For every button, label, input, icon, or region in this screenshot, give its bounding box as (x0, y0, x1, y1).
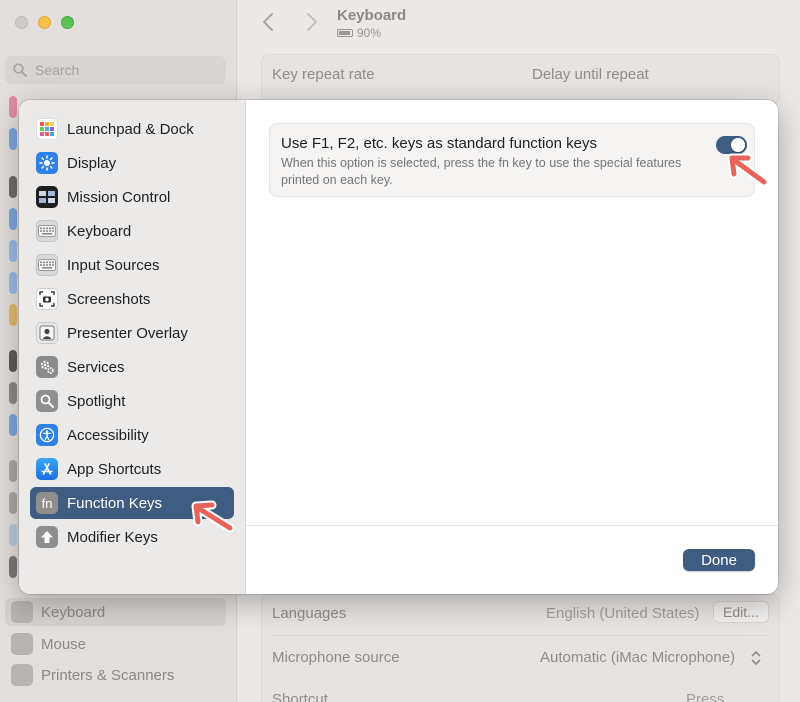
search-field[interactable]: Search (5, 56, 226, 84)
key-repeat-label: Key repeat rate (272, 66, 375, 83)
sidebar-item-mouse[interactable]: Mouse (5, 630, 226, 658)
sidebar-item-label: App Shortcuts (67, 460, 162, 478)
sidebar-icon-stub (9, 176, 17, 198)
sidebar-item-screenshots[interactable]: Screenshots (30, 283, 234, 315)
keyboard-icon (36, 220, 58, 242)
page-title: Keyboard (337, 7, 407, 24)
mouse-icon (11, 633, 33, 655)
sidebar-item-input-sources[interactable]: Input Sources (30, 249, 234, 281)
sidebar-icon-stub (9, 350, 17, 372)
function-keys-option-card: Use F1, F2, etc. keys as standard functi… (269, 123, 755, 197)
languages-label: Languages (272, 605, 347, 622)
search-icon (13, 63, 27, 77)
microphone-source-label: Microphone source (272, 649, 400, 666)
sidebar-item-mission-control[interactable]: Mission Control (30, 181, 234, 213)
back-chevron-icon[interactable] (261, 12, 275, 32)
keyboard-icon (11, 601, 33, 623)
sidebar-icon-stub (9, 556, 17, 578)
forward-chevron-icon[interactable] (305, 12, 319, 32)
sidebar-icon-stub (9, 208, 17, 230)
sidebar-item-presenter-overlay[interactable]: Presenter Overlay (30, 317, 234, 349)
input-sources-icon (36, 254, 58, 276)
sidebar-item-launchpad-dock[interactable]: Launchpad & Dock (30, 113, 234, 145)
launchpad-icon (36, 118, 58, 140)
sidebar-item-label: Launchpad & Dock (67, 120, 194, 138)
sidebar-icon-stub (9, 492, 17, 514)
window-minimize-button[interactable] (38, 16, 51, 29)
annotation-arrow-icon (727, 153, 769, 187)
sidebar-icon-stub (9, 96, 17, 118)
sidebar-icon-stub (9, 128, 17, 150)
presenter-overlay-icon (36, 322, 58, 344)
sidebar-icon-stub (9, 382, 17, 404)
key-repeat-panel: Key repeat rate Delay until repeat (261, 54, 780, 104)
battery-status: 90% (337, 26, 381, 40)
keyboard-shortcuts-dialog: Launchpad & Dock Display Mission Control… (19, 100, 778, 594)
sidebar-item-label: Services (67, 358, 125, 376)
sidebar-item-label: Keyboard (41, 603, 106, 621)
sidebar-item-spotlight[interactable]: Spotlight (30, 385, 234, 417)
services-icon (36, 356, 58, 378)
window-maximize-button[interactable] (61, 16, 74, 29)
accessibility-icon (36, 424, 58, 446)
app-shortcuts-icon (36, 458, 58, 480)
sidebar-icon-stub (9, 240, 17, 262)
screenshots-icon (36, 288, 58, 310)
option-title: Use F1, F2, etc. keys as standard functi… (281, 135, 597, 152)
languages-value: English (United States) (546, 605, 700, 622)
sidebar-icon-stub (9, 524, 17, 546)
microphone-source-value[interactable]: Automatic (iMac Microphone) (540, 649, 735, 666)
printer-icon (11, 664, 33, 686)
sidebar-item-label: Display (67, 154, 117, 172)
input-settings-panel: Languages English (United States) Edit..… (261, 594, 780, 702)
sidebar-item-keyboard[interactable]: Keyboard (5, 598, 226, 626)
edit-languages-button[interactable]: Edit... (713, 601, 769, 623)
sidebar-item-keyboard[interactable]: Keyboard (30, 215, 234, 247)
battery-percent: 90% (357, 26, 382, 40)
sidebar-item-label: Function Keys (67, 494, 163, 512)
sidebar-item-label: Mission Control (67, 188, 171, 206)
search-placeholder: Search (35, 62, 80, 78)
sidebar-item-label: Modifier Keys (67, 528, 158, 546)
sidebar-icon-stub (9, 460, 17, 482)
display-icon (36, 152, 58, 174)
popup-chevron-icon[interactable] (750, 650, 762, 666)
sidebar-item-label: Keyboard (67, 222, 132, 240)
modifier-keys-icon (36, 526, 58, 548)
sidebar-item-label: Mouse (41, 635, 87, 653)
sidebar-item-display[interactable]: Display (30, 147, 234, 179)
sidebar-item-label: Spotlight (67, 392, 126, 410)
annotation-arrow-icon (191, 500, 235, 533)
navigation-buttons (261, 12, 319, 32)
option-description: When this option is selected, press the … (281, 156, 682, 187)
fn-icon: fn (36, 492, 58, 514)
done-button[interactable]: Done (683, 549, 755, 571)
sidebar-icon-stub (9, 304, 17, 326)
sidebar-item-label: Input Sources (67, 256, 160, 274)
sidebar-icon-stub (9, 272, 17, 294)
function-keys-pane: Use F1, F2, etc. keys as standard functi… (246, 100, 778, 594)
shortcut-value[interactable]: Press (686, 691, 724, 702)
spotlight-icon (36, 390, 58, 412)
sidebar-item-label: Accessibility (67, 426, 149, 444)
sidebar-item-label: Screenshots (67, 290, 151, 308)
footer-divider (246, 525, 778, 526)
sidebar-item-printers-scanners[interactable]: Printers & Scanners (5, 661, 226, 689)
sidebar-item-accessibility[interactable]: Accessibility (30, 419, 234, 451)
sidebar-icon-stub (9, 414, 17, 436)
divider (272, 635, 769, 636)
battery-icon (337, 29, 353, 37)
delay-until-repeat-label: Delay until repeat (532, 66, 649, 83)
shortcut-label: Shortcut (272, 691, 328, 702)
mission-control-icon (36, 186, 58, 208)
sidebar-item-label: Presenter Overlay (67, 324, 188, 342)
sidebar-item-label: Printers & Scanners (41, 666, 175, 684)
sidebar-item-app-shortcuts[interactable]: App Shortcuts (30, 453, 234, 485)
sidebar-item-services[interactable]: Services (30, 351, 234, 383)
window-close-button[interactable] (15, 16, 28, 29)
